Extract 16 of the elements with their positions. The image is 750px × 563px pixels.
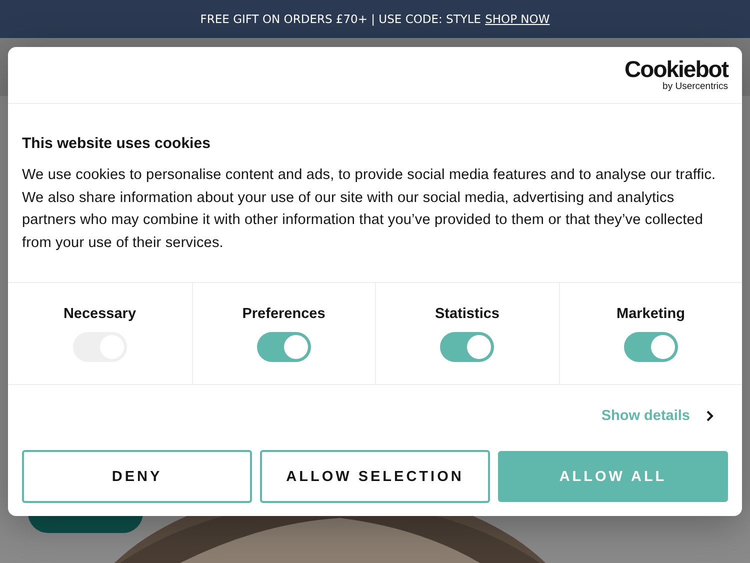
consent-button[interactable]: DENY bbox=[22, 450, 252, 503]
logo-wordmark: Cookiebot bbox=[624, 58, 728, 82]
category-label: Marketing bbox=[616, 306, 685, 322]
chevron-right-icon bbox=[706, 410, 714, 422]
logo-byline: by Usercentrics bbox=[662, 82, 728, 92]
cookie-description: We use cookies to personalise content and ads, to provide social media features and to analyse our traffic. We also share information about your use of our site with our social media, advertising and analytics partners who may combine it with other information that you’ve provided to them or that they’ve collected from your use of their services. bbox=[22, 166, 717, 252]
toggle-switch[interactable] bbox=[624, 332, 678, 362]
toggle-switch[interactable] bbox=[256, 332, 311, 362]
dialog-title: This website uses cookies bbox=[22, 135, 212, 152]
category-label: Necessary bbox=[63, 306, 136, 322]
category-label: Statistics bbox=[435, 306, 500, 322]
shop-now-link[interactable]: SHOP NOW bbox=[485, 12, 550, 26]
category-label: Preferences bbox=[242, 306, 326, 322]
promo-text: FREE GIFT ON ORDERS £70+ | USE CODE: STYLE bbox=[200, 12, 482, 26]
toggle-switch[interactable] bbox=[440, 332, 494, 362]
consent-button[interactable]: ALLOW SELECTION bbox=[260, 450, 490, 503]
